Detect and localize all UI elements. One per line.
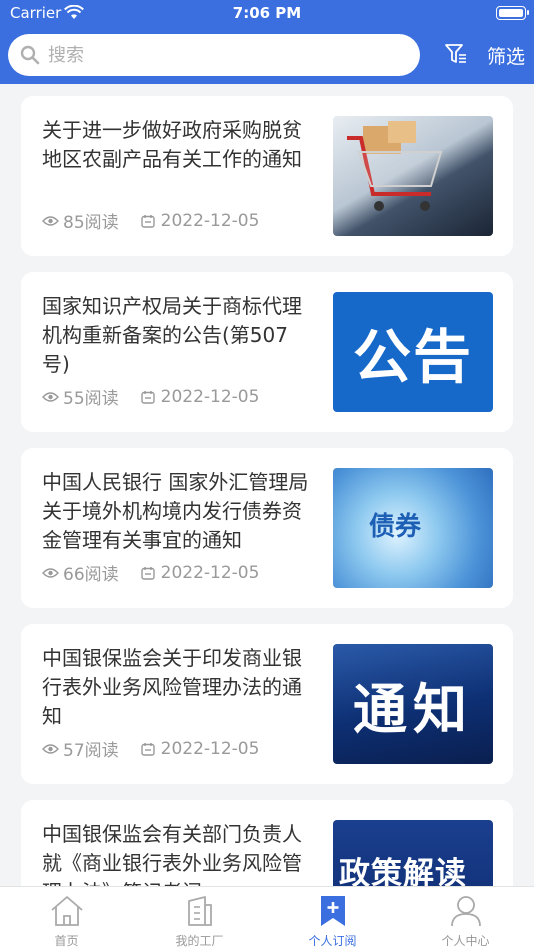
status-time: 7:06 PM <box>232 4 302 22</box>
article-title: 国家知识产权局关于商标代理机构重新备案的公告(第507号) <box>42 294 302 376</box>
article-title: 关于进一步做好政府采购脱贫地区农副产品有关工作的通知 <box>42 118 302 171</box>
search-box[interactable] <box>8 34 420 76</box>
person-icon <box>450 896 481 927</box>
article-title: 中国人民银行 国家外汇管理局关于境外机构境内发行债券资金管理有关事宜的通知 <box>42 470 309 552</box>
search-input[interactable] <box>48 40 408 70</box>
shopping-cart-image <box>333 116 493 236</box>
battery-icon <box>496 6 529 20</box>
eye-icon <box>42 215 59 226</box>
article-meta: 85阅读 2022-12-05 <box>42 208 259 233</box>
read-count: 55阅读 <box>63 389 119 409</box>
tab-label: 我的工厂 <box>175 934 224 948</box>
tab-personal-center[interactable]: 个人中心 <box>399 887 532 950</box>
policy-image: 政策解读 <box>333 820 493 886</box>
home-icon <box>50 896 83 926</box>
article-meta: 66阅读 2022-12-05 <box>42 560 259 585</box>
tab-label: 个人中心 <box>441 934 490 948</box>
calendar-icon <box>140 390 155 404</box>
article-title: 中国银保监会有关部门负责人就《商业银行表外业务风险管理办法》答记者问 <box>42 822 302 886</box>
publish-date: 2022-12-05 <box>160 386 260 407</box>
read-count: 85阅读 <box>63 213 119 233</box>
search-icon <box>20 45 40 65</box>
read-count: 57阅读 <box>63 741 119 761</box>
calendar-icon <box>140 566 155 580</box>
bond-image: 债券 <box>333 468 493 588</box>
eye-icon <box>42 567 59 578</box>
article-card[interactable]: 国家知识产权局关于商标代理机构重新备案的公告(第507号) 55阅读 2022-… <box>21 272 513 432</box>
article-card[interactable]: 中国银保监会有关部门负责人就《商业银行表外业务风险管理办法》答记者问 政策解读 <box>21 800 513 886</box>
factory-icon <box>187 896 212 926</box>
filter-button[interactable]: 筛选 <box>487 42 525 69</box>
bookmark-plus-icon <box>320 896 345 926</box>
eye-icon <box>42 391 59 402</box>
calendar-icon <box>140 742 155 756</box>
publish-date: 2022-12-05 <box>160 738 260 759</box>
filter-icon[interactable] <box>444 43 468 65</box>
bond-image-text: 债券 <box>369 512 422 542</box>
publish-date: 2022-12-05 <box>160 562 260 583</box>
article-card[interactable]: 中国银保监会关于印发商业银行表外业务风险管理办法的通知 57阅读 2022-12… <box>21 624 513 784</box>
article-title: 中国银保监会关于印发商业银行表外业务风险管理办法的通知 <box>42 646 302 728</box>
read-count: 66阅读 <box>63 565 119 585</box>
article-meta: 57阅读 2022-12-05 <box>42 736 259 761</box>
tab-my-factory[interactable]: 我的工厂 <box>133 887 266 950</box>
tab-label: 个人订阅 <box>308 934 357 948</box>
tab-label: 首页 <box>54 934 79 948</box>
calendar-icon <box>140 214 155 228</box>
policy-image-text: 政策解读 <box>339 856 467 886</box>
eye-icon <box>42 743 59 754</box>
header-bar: Carrier 7:06 PM 筛选 <box>0 0 534 84</box>
tab-bar: 首页 我的工厂 个人订阅 个人中心 <box>0 886 534 950</box>
status-bar: Carrier 7:06 PM <box>0 0 534 28</box>
tab-subscription[interactable]: 个人订阅 <box>266 887 399 950</box>
tab-home[interactable]: 首页 <box>0 887 133 950</box>
article-meta: 55阅读 2022-12-05 <box>42 384 259 409</box>
notice-image: 公告 <box>333 292 493 412</box>
tongzhi-image: 通知 <box>333 644 493 764</box>
article-card[interactable]: 中国人民银行 国家外汇管理局关于境外机构境内发行债券资金管理有关事宜的通知 66… <box>21 448 513 608</box>
article-card[interactable]: 关于进一步做好政府采购脱贫地区农副产品有关工作的通知 85阅读 2022-12-… <box>21 96 513 256</box>
article-list[interactable]: 关于进一步做好政府采购脱贫地区农副产品有关工作的通知 85阅读 2022-12-… <box>0 84 534 886</box>
publish-date: 2022-12-05 <box>160 210 260 231</box>
